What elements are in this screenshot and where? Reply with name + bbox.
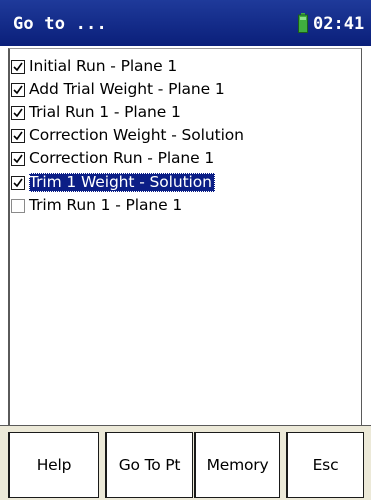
list-item-label: Correction Run - Plane 1 xyxy=(29,149,215,167)
list-item[interactable]: Correction Run - Plane 1 xyxy=(11,148,217,169)
goto-window: Go to ... 02:41 Initial Run - Plane 1 Ad… xyxy=(0,0,371,500)
title-bar: Go to ... 02:41 xyxy=(0,0,371,46)
list-item[interactable]: Correction Weight - Solution xyxy=(11,125,247,146)
list-item-selected[interactable]: Trim 1 Weight - Solution xyxy=(11,172,215,193)
memory-button[interactable]: Memory xyxy=(194,432,280,498)
goto-list[interactable]: Initial Run - Plane 1 Add Trial Weight -… xyxy=(8,48,362,425)
list-item-label: Correction Weight - Solution xyxy=(29,126,244,144)
checkbox-checked[interactable] xyxy=(11,105,25,120)
list-item[interactable]: Trim Run 1 - Plane 1 xyxy=(11,195,185,216)
escape-button[interactable]: Esc xyxy=(286,432,364,498)
clock-time: 02:41 xyxy=(313,14,365,34)
list-item[interactable]: Initial Run - Plane 1 xyxy=(11,56,180,77)
list-item-label: Trial Run 1 - Plane 1 xyxy=(29,103,181,121)
list-item-label: Add Trial Weight - Plane 1 xyxy=(29,80,225,98)
button-bar: Help Go To Pt Memory Esc xyxy=(0,425,371,500)
checkbox-checked[interactable] xyxy=(11,175,25,190)
checkbox-checked[interactable] xyxy=(11,59,25,74)
go-to-point-button[interactable]: Go To Pt xyxy=(105,432,193,498)
list-item-label: Trim Run 1 - Plane 1 xyxy=(29,196,183,214)
battery-icon xyxy=(298,13,308,33)
list-item-label: Initial Run - Plane 1 xyxy=(29,57,178,75)
checkbox-checked[interactable] xyxy=(11,151,25,166)
window-title: Go to ... xyxy=(13,14,107,34)
list-item-label: Trim 1 Weight - Solution xyxy=(29,173,215,192)
list-item[interactable]: Trial Run 1 - Plane 1 xyxy=(11,102,184,123)
help-button[interactable]: Help xyxy=(8,432,99,498)
checkbox-checked[interactable] xyxy=(11,128,25,143)
checkbox-unchecked[interactable] xyxy=(11,198,25,213)
checkbox-checked[interactable] xyxy=(11,82,25,97)
list-item[interactable]: Add Trial Weight - Plane 1 xyxy=(11,79,228,100)
